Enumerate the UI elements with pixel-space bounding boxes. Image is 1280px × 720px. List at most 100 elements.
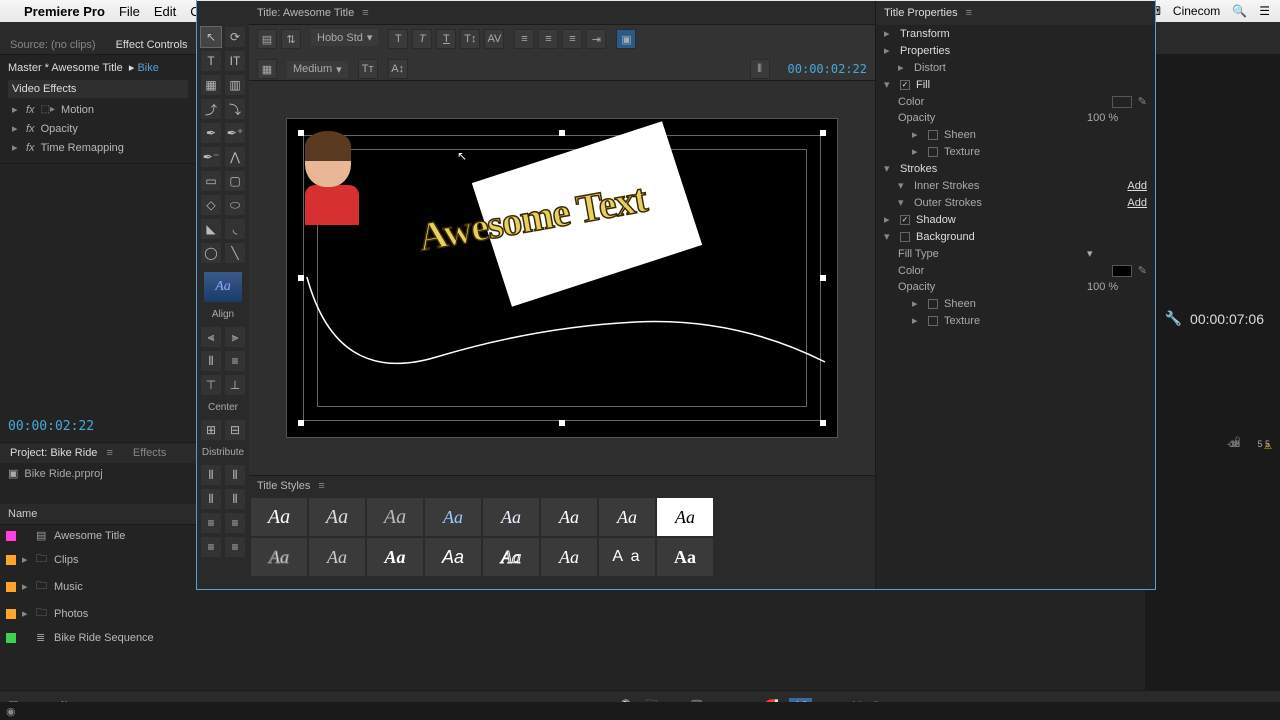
style-swatch[interactable]: Aa bbox=[599, 498, 655, 536]
distribute-h1[interactable]: ⦀ bbox=[201, 465, 221, 485]
prop-fill-sheen[interactable]: ▸Sheen bbox=[876, 126, 1155, 143]
bin-music[interactable]: ▸🗀Music bbox=[0, 573, 196, 600]
align-right-text[interactable]: ≡ bbox=[562, 29, 582, 49]
vertical-type-tool[interactable]: IT bbox=[225, 51, 245, 71]
bin-clips[interactable]: ▸🗀Clips bbox=[0, 546, 196, 573]
clipped-rect-tool[interactable]: ◇ bbox=[201, 195, 221, 215]
prop-background[interactable]: ▾Background bbox=[876, 228, 1155, 245]
vertical-area-type-tool[interactable]: ▥ bbox=[225, 75, 245, 95]
rounded-rect2-tool[interactable]: ⬭ bbox=[225, 195, 245, 215]
font-weight-select[interactable]: Medium ▾ bbox=[287, 61, 348, 78]
vertical-path-type-tool[interactable]: ⤵ bbox=[225, 99, 245, 119]
bin-sequence[interactable]: ≣Bike Ride Sequence bbox=[0, 627, 196, 648]
wrench-icon[interactable]: 🔧 bbox=[1165, 310, 1182, 327]
menu-file[interactable]: File bbox=[119, 4, 140, 19]
style-swatch[interactable]: Aa bbox=[425, 538, 481, 576]
leading-btn[interactable]: A↕ bbox=[388, 59, 408, 79]
style-swatch[interactable]: Aa bbox=[251, 498, 307, 536]
fill-checkbox[interactable]: ✓ bbox=[900, 80, 910, 90]
fx-opacity[interactable]: ▸fxOpacity bbox=[8, 119, 188, 138]
shadow-checkbox[interactable]: ✓ bbox=[900, 215, 910, 225]
style-swatch[interactable]: Aa bbox=[541, 498, 597, 536]
show-video-btn[interactable]: ▣ bbox=[616, 29, 636, 49]
distribute-text-btn[interactable]: ⦀ bbox=[750, 59, 770, 79]
style-swatch[interactable]: Aa bbox=[425, 498, 481, 536]
current-style-thumb[interactable]: Aa bbox=[204, 272, 242, 302]
align-left-text[interactable]: ≡ bbox=[514, 29, 534, 49]
path-type-tool[interactable]: ⤴ bbox=[201, 99, 221, 119]
distribute-v4[interactable]: ≡ bbox=[225, 537, 245, 557]
center-vertical[interactable]: ⊟ bbox=[225, 420, 245, 440]
style-swatch[interactable]: Aa bbox=[367, 538, 423, 576]
convert-anchor-tool[interactable]: ⋀ bbox=[225, 147, 245, 167]
menu-list-icon[interactable]: ☰ bbox=[1259, 4, 1270, 18]
style-swatch[interactable]: Aa bbox=[483, 538, 539, 576]
prop-bg-sheen[interactable]: ▸Sheen bbox=[876, 295, 1155, 312]
new-title-based-icon[interactable]: ▤ bbox=[257, 29, 277, 49]
rectangle-tool[interactable]: ▭ bbox=[201, 171, 221, 191]
prop-shadow[interactable]: ▸✓Shadow bbox=[876, 211, 1155, 228]
prop-transform[interactable]: ▸Transform bbox=[876, 25, 1155, 42]
prop-fill-type[interactable]: Fill Type▾ bbox=[876, 245, 1155, 262]
align-right[interactable]: ⫸ bbox=[225, 327, 245, 347]
bg-color-swatch[interactable] bbox=[1112, 265, 1132, 277]
distribute-h3[interactable]: ⦀ bbox=[201, 489, 221, 509]
style-swatch[interactable]: Aa bbox=[541, 538, 597, 576]
underline-btn[interactable]: T bbox=[436, 29, 456, 49]
kerning-btn[interactable]: AV bbox=[484, 29, 504, 49]
prop-outer-strokes[interactable]: ▾Outer StrokesAdd bbox=[876, 194, 1155, 211]
style-swatch[interactable]: Aa bbox=[309, 538, 365, 576]
tab-stops-btn[interactable]: ⇥ bbox=[586, 29, 606, 49]
prop-distort[interactable]: ▸Distort bbox=[876, 59, 1155, 76]
area-type-tool[interactable]: ▦ bbox=[201, 75, 221, 95]
ellipse-tool[interactable]: ◯ bbox=[201, 243, 221, 263]
name-column-header[interactable]: Name bbox=[0, 504, 196, 525]
title-timecode[interactable]: 00:00:02:22 bbox=[788, 62, 867, 76]
prop-bg-texture[interactable]: ▸Texture bbox=[876, 312, 1155, 329]
add-anchor-tool[interactable]: ✒⁺ bbox=[225, 123, 245, 143]
distribute-h4[interactable]: ⦀ bbox=[225, 489, 245, 509]
spotlight-icon[interactable]: 🔍 bbox=[1232, 4, 1247, 18]
eyedropper-icon[interactable]: ✎ bbox=[1138, 95, 1147, 108]
menu-edit[interactable]: Edit bbox=[154, 4, 176, 19]
tab-effects[interactable]: Effects bbox=[123, 443, 176, 463]
align-top[interactable]: ⊤ bbox=[201, 375, 221, 395]
app-name[interactable]: Premiere Pro bbox=[24, 4, 105, 19]
selection-tool[interactable]: ↖ bbox=[201, 27, 221, 47]
distribute-h2[interactable]: ⦀ bbox=[225, 465, 245, 485]
style-swatch[interactable]: A a bbox=[599, 538, 655, 576]
distribute-v1[interactable]: ≡ bbox=[201, 513, 221, 533]
roll-crawl-icon[interactable]: ⇅ bbox=[281, 29, 301, 49]
title-properties-label[interactable]: Title Properties bbox=[884, 7, 958, 19]
rounded-rect-tool[interactable]: ▢ bbox=[225, 171, 245, 191]
prop-fill-texture[interactable]: ▸Texture bbox=[876, 143, 1155, 160]
eyedropper-icon[interactable]: ✎ bbox=[1138, 264, 1147, 277]
fx-motion[interactable]: ▸fx⬚▸Motion bbox=[8, 100, 188, 119]
center-horizontal[interactable]: ⊞ bbox=[201, 420, 221, 440]
title-tab-label[interactable]: Title: Awesome Title bbox=[257, 7, 354, 19]
title-styles-label[interactable]: Title Styles bbox=[257, 480, 310, 492]
pen-tool[interactable]: ✒ bbox=[201, 123, 221, 143]
selection-handles[interactable] bbox=[301, 133, 823, 423]
user-label[interactable]: Cinecom bbox=[1173, 4, 1220, 18]
style-swatch[interactable]: Aa bbox=[483, 498, 539, 536]
align-hcenter[interactable]: ⦀ bbox=[201, 351, 221, 371]
distribute-v2[interactable]: ≡ bbox=[225, 513, 245, 533]
bin-awesome-title[interactable]: ▤Awesome Title bbox=[0, 525, 196, 546]
align-left[interactable]: ⫷ bbox=[201, 327, 221, 347]
align-vcenter[interactable]: ≡ bbox=[225, 351, 245, 371]
style-swatch[interactable]: Aa bbox=[367, 498, 423, 536]
templates-btn[interactable]: ▦ bbox=[257, 59, 277, 79]
delete-anchor-tool[interactable]: ✒⁻ bbox=[201, 147, 221, 167]
distribute-v3[interactable]: ≡ bbox=[201, 537, 221, 557]
style-swatch[interactable]: Aa bbox=[657, 498, 713, 536]
cc-home-icon[interactable]: ◉ bbox=[6, 705, 16, 718]
regular-style-btn[interactable]: T bbox=[388, 29, 408, 49]
bin-photos[interactable]: ▸🗀Photos bbox=[0, 600, 196, 627]
tab-project[interactable]: Project: Bike Ride ≡ bbox=[0, 443, 123, 463]
add-outer-stroke[interactable]: Add bbox=[1127, 197, 1147, 209]
small-caps-btn[interactable]: Tᴛ bbox=[358, 59, 378, 79]
bold-style-btn[interactable]: T bbox=[412, 29, 432, 49]
align-center-text[interactable]: ≡ bbox=[538, 29, 558, 49]
size-btn[interactable]: T↕ bbox=[460, 29, 480, 49]
